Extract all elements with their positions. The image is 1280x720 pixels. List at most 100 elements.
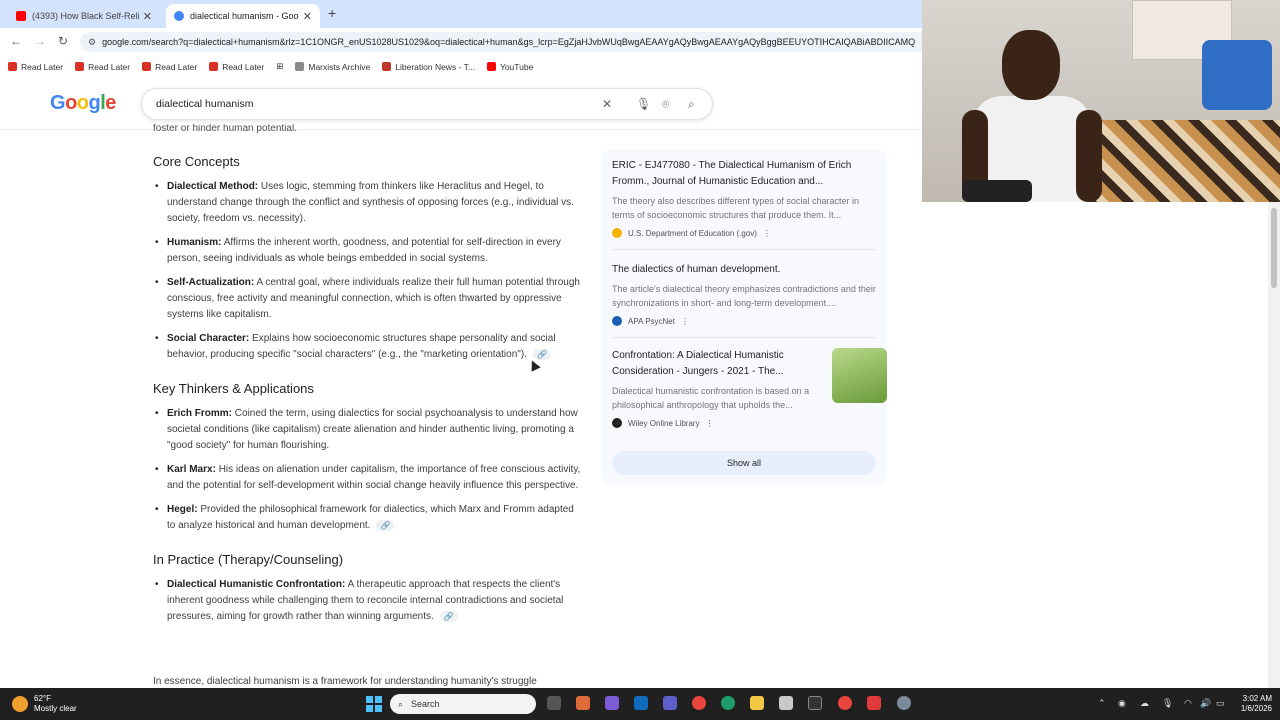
battery-icon[interactable]: ▭: [1216, 698, 1225, 709]
section-heading: Core Concepts: [153, 154, 240, 169]
microphone-icon[interactable]: 🎙: [636, 97, 651, 111]
tab-title: dialectical humanism - Google: [190, 11, 299, 21]
clear-icon[interactable]: ✕: [602, 97, 612, 111]
app-icon[interactable]: [808, 696, 822, 710]
bookmark-icon: [75, 62, 85, 71]
browser-toolbar: ← → ↻ ⚙ google.com/search?q=dialectical+…: [0, 28, 922, 56]
sources-panel: ERIC - EJ477080 - The Dialectical Humani…: [601, 149, 887, 486]
site-info-icon[interactable]: ⚙: [88, 37, 96, 48]
forward-icon[interactable]: →: [34, 34, 46, 48]
list-item: Erich Fromm: Coined the term, using dial…: [153, 406, 583, 454]
more-icon[interactable]: ⋮: [706, 419, 714, 428]
taskbar: 62°F Mostly clear ⌕ Search ⌃ ◉ ☁ 🎙 ◠ 🔊 ▭…: [0, 688, 1280, 720]
more-icon[interactable]: ⋮: [681, 317, 689, 326]
tab-title: (4393) How Black Self-Reliance: [32, 11, 139, 21]
app-icon[interactable]: [605, 696, 619, 710]
close-icon[interactable]: ✕: [143, 10, 152, 23]
new-tab-button[interactable]: +: [328, 5, 336, 21]
arm: [1076, 110, 1102, 202]
chevron-up-icon[interactable]: ⌃: [1098, 698, 1106, 709]
link-icon[interactable]: 🔗: [439, 611, 458, 622]
url-text: google.com/search?q=dialectical+humanism…: [102, 37, 916, 47]
text-fragment: foster or hinder human potential.: [153, 124, 297, 134]
app-icon[interactable]: [867, 696, 881, 710]
back-icon[interactable]: ←: [10, 34, 22, 48]
google-header: Google ✕ 🎙 ⌾ ⌕: [0, 78, 922, 130]
source-card[interactable]: Confrontation: A Dialectical Humanistic …: [612, 348, 887, 428]
site-icon: [612, 418, 622, 428]
search-icon[interactable]: ⌕: [688, 97, 695, 112]
section-heading: In Practice (Therapy/Counseling): [153, 552, 344, 567]
address-bar[interactable]: ⚙ google.com/search?q=dialectical+humani…: [80, 32, 922, 52]
bookmark-label: Read Later: [88, 61, 131, 72]
site-icon: [612, 228, 622, 238]
file-explorer-icon[interactable]: [750, 696, 764, 710]
apps-grid-icon[interactable]: ⊞: [276, 61, 283, 72]
microphone-icon[interactable]: 🎙: [1162, 698, 1173, 709]
reload-icon[interactable]: ↻: [58, 34, 68, 48]
bookmark-liberation-news[interactable]: Liberation News - T...: [382, 62, 475, 72]
close-icon[interactable]: ✕: [303, 10, 312, 23]
chrome-icon[interactable]: [692, 696, 706, 710]
source-title[interactable]: ERIC - EJ477080 - The Dialectical Humani…: [612, 158, 876, 190]
source-card[interactable]: The dialectics of human development. The…: [612, 262, 876, 326]
show-all-button[interactable]: Show all: [612, 451, 876, 475]
source-title[interactable]: The dialectics of human development.: [612, 262, 876, 278]
bookmark-youtube[interactable]: YouTube: [486, 62, 533, 72]
list-item: Dialectical Method: Uses logic, stemming…: [153, 179, 583, 227]
more-icon[interactable]: ⋮: [763, 229, 771, 238]
tab-google[interactable]: dialectical humanism - Google ✕: [166, 4, 320, 28]
bookmark-icon: [209, 62, 219, 71]
date: 1/6/2026: [1240, 704, 1272, 713]
bookmark-read-later[interactable]: Read Later: [8, 62, 63, 72]
divider: [612, 249, 876, 250]
start-button[interactable]: [366, 696, 382, 712]
source-description: Dialectical humanistic confrontation is …: [612, 386, 810, 410]
source-title[interactable]: Confrontation: A Dialectical Humanistic …: [612, 348, 817, 380]
bookmark-icon: [295, 62, 305, 71]
bookmark-read-later[interactable]: Read Later: [209, 62, 264, 72]
list-item: Hegel: Provided the philosophical framew…: [153, 502, 583, 534]
webcam-overlay: [922, 0, 1280, 202]
wifi-icon[interactable]: ◠: [1184, 698, 1192, 709]
source-thumbnail[interactable]: [832, 348, 887, 403]
bookmark-label: Read Later: [21, 61, 64, 72]
bookmark-label: Read Later: [155, 61, 198, 72]
search-input[interactable]: [156, 98, 586, 110]
outlook-icon[interactable]: [634, 696, 648, 710]
chrome-icon[interactable]: [838, 696, 852, 710]
google-logo[interactable]: Google: [50, 92, 116, 115]
weather-widget[interactable]: 62°F Mostly clear: [12, 694, 77, 714]
bookmark-label: Liberation News - T...: [395, 61, 475, 72]
scrollbar[interactable]: [1268, 202, 1280, 688]
settings-icon[interactable]: [897, 696, 911, 710]
list-item: Karl Marx: His ideas on alienation under…: [153, 462, 583, 494]
bookmark-marxists-archive[interactable]: Marxists Archive: [295, 62, 370, 72]
volume-icon[interactable]: 🔊: [1200, 698, 1211, 709]
source-card[interactable]: ERIC - EJ477080 - The Dialectical Humani…: [612, 158, 876, 238]
taskbar-search[interactable]: ⌕ Search: [390, 694, 536, 714]
bookmark-icon: [8, 62, 17, 71]
youtube-icon: [486, 62, 496, 71]
teams-icon[interactable]: [663, 696, 677, 710]
clock[interactable]: 3:02 AM 1/6/2026: [1228, 694, 1272, 714]
concept-list: Dialectical Method: Uses logic, stemming…: [153, 179, 583, 363]
copilot-icon[interactable]: [576, 696, 590, 710]
scrollbar-thumb[interactable]: [1271, 208, 1277, 288]
bookmark-read-later[interactable]: Read Later: [75, 62, 130, 72]
site-icon: [612, 316, 622, 326]
tab-youtube[interactable]: (4393) How Black Self-Reliance ✕: [8, 4, 160, 28]
lens-icon[interactable]: ⌾: [662, 97, 669, 112]
edge-icon[interactable]: [721, 696, 735, 710]
search-placeholder: Search: [411, 699, 440, 709]
divider: [612, 337, 876, 338]
weather-icon: [12, 696, 28, 712]
app-icon[interactable]: [779, 696, 793, 710]
bookmark-read-later[interactable]: Read Later: [142, 62, 197, 72]
task-view-icon[interactable]: [547, 696, 561, 710]
streamer: [962, 30, 1102, 202]
cloud-icon[interactable]: ☁: [1140, 698, 1149, 709]
weather-condition: Mostly clear: [34, 704, 77, 713]
link-icon[interactable]: 🔗: [376, 520, 395, 531]
tray-icon[interactable]: ◉: [1118, 698, 1126, 709]
